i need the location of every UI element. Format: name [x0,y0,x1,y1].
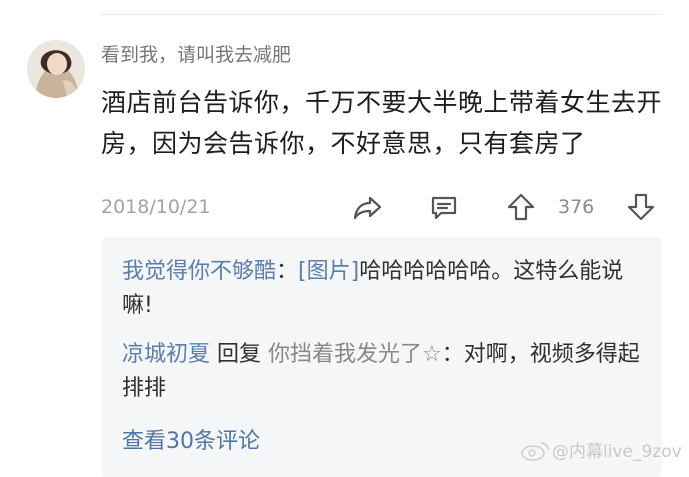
comment-username[interactable]: 看到我，请叫我去减肥 [101,40,291,67]
avatar-image [27,40,85,98]
share-button[interactable] [351,190,385,224]
top-divider [100,14,663,15]
downvote-icon [627,193,655,221]
weibo-logo-icon [521,441,549,461]
upvote-icon [507,193,535,221]
watermark-text: @内幕live_9zov [552,442,682,462]
share-icon [353,196,382,220]
comment-date: 2018/10/21 [101,196,211,218]
reply-author[interactable]: 我觉得你不够酷 [122,259,276,284]
image-tag-link[interactable]: [图片] [298,259,359,284]
reply-separator: ： [276,259,299,284]
reply-icon [431,196,457,220]
downvote-button[interactable] [624,190,658,224]
comment-body: 酒店前台告诉你，千万不要大半晚上带着女生去开房，因为会告诉你，不好意思，只有套房… [101,88,663,158]
reply-button[interactable] [427,190,461,224]
reply-target[interactable]: 你挡着我发光了☆ [268,342,442,367]
avatar[interactable] [27,40,85,98]
reply-word: 回复 [210,342,269,367]
view-more-comments-link[interactable]: 查看30条评论 [122,423,260,455]
upvote-button[interactable] [504,190,538,224]
reply-author[interactable]: 凉城初夏 [122,342,210,367]
reply-separator: ： [441,342,464,367]
reply-item: 我觉得你不够酷：[图片]哈哈哈哈哈哈。这特么能说嘛! [122,255,642,323]
watermark: @内幕live_9zov [520,437,682,462]
reply-item: 凉城初夏 回复 你挡着我发光了☆：对啊，视频多得起排排 [122,338,642,406]
vote-count: 376 [558,196,595,218]
